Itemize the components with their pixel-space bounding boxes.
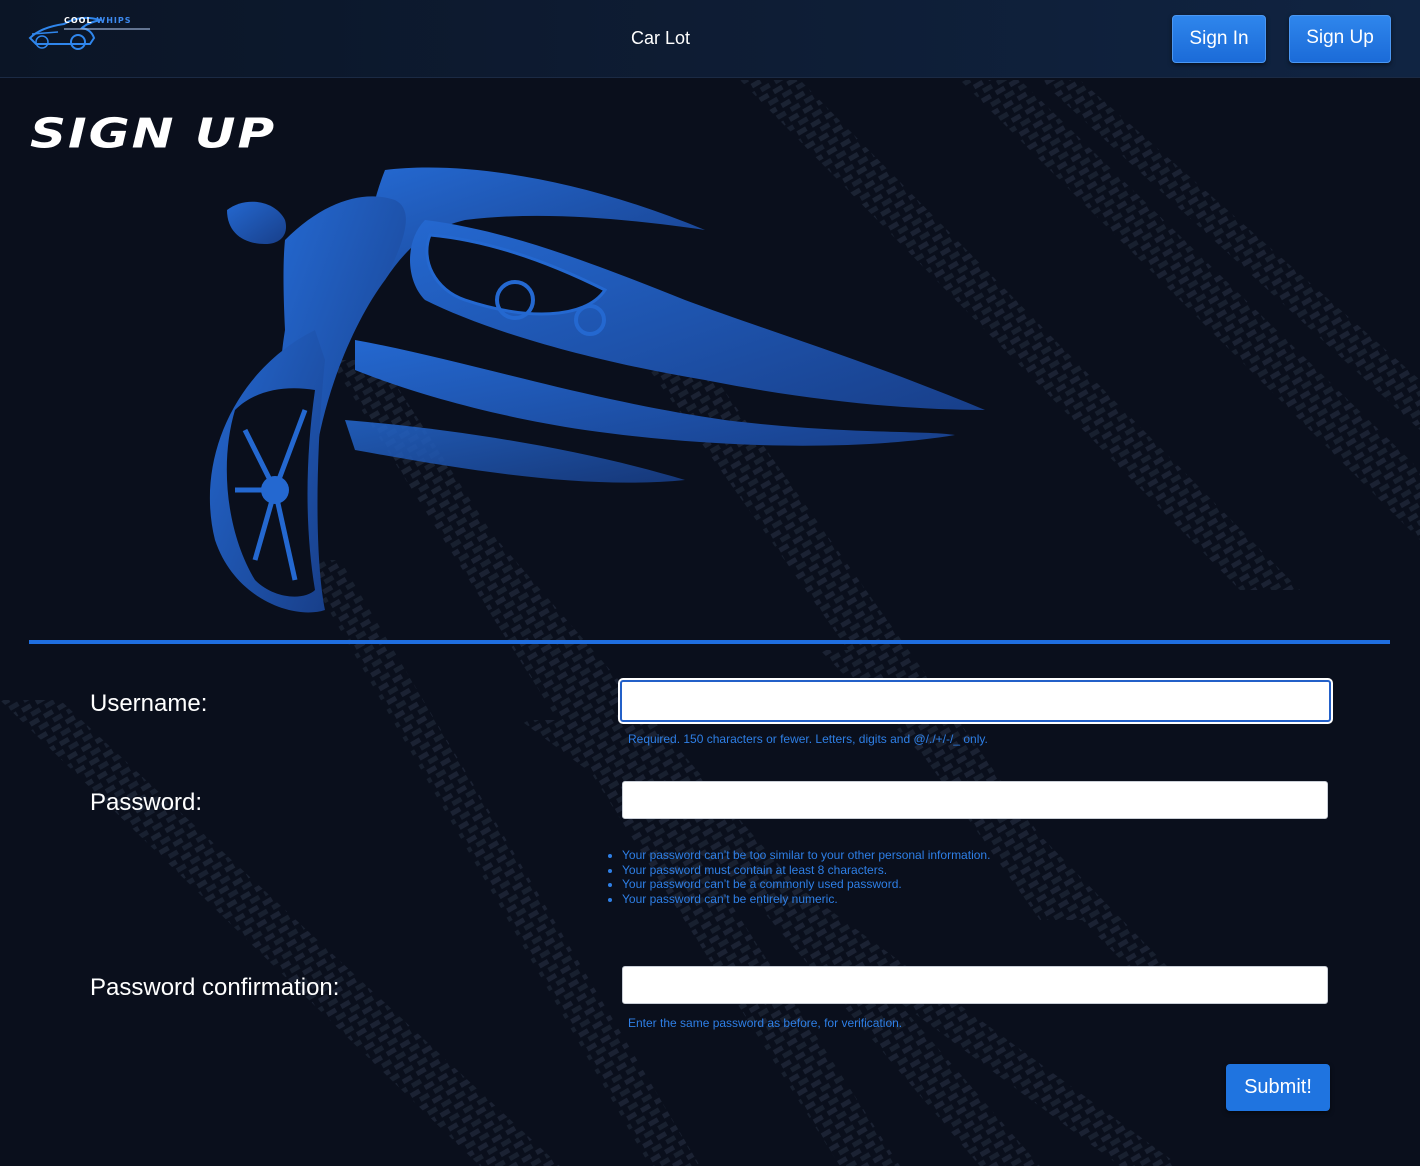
username-label: Username: xyxy=(90,690,208,717)
submit-button[interactable]: Submit! xyxy=(1226,1064,1330,1111)
password-help-item: Your password can’t be entirely numeric. xyxy=(622,892,990,907)
brand-name: COOL WHIPS xyxy=(64,16,132,25)
top-navbar: COOL WHIPS Car Lot Sign In Sign Up xyxy=(0,0,1420,78)
sign-in-button[interactable]: Sign In xyxy=(1172,15,1266,63)
password-input[interactable] xyxy=(622,781,1328,819)
car-illustration xyxy=(209,167,985,613)
brand-word-whips: WHIPS xyxy=(96,16,132,25)
password-help-item: Your password can’t be too similar to yo… xyxy=(622,848,990,863)
nav-link-car-lot[interactable]: Car Lot xyxy=(631,28,690,49)
sign-up-button[interactable]: Sign Up xyxy=(1289,15,1391,63)
title-divider xyxy=(29,640,1390,644)
password-help-list: Your password can’t be too similar to yo… xyxy=(608,848,990,906)
password-confirmation-input[interactable] xyxy=(622,966,1328,1004)
page-title: SIGN UP xyxy=(30,110,277,158)
brand-word-cool: COOL xyxy=(64,16,93,25)
password-help-item: Your password can’t be a commonly used p… xyxy=(622,877,990,892)
signup-page: COOL WHIPS Car Lot Sign In Sign Up SIGN … xyxy=(0,0,1420,1166)
username-input[interactable] xyxy=(620,680,1331,722)
password-confirmation-help-text: Enter the same password as before, for v… xyxy=(628,1016,903,1030)
brand-tagline-line xyxy=(64,28,150,30)
password-help-item: Your password must contain at least 8 ch… xyxy=(622,863,990,878)
username-help-text: Required. 150 characters or fewer. Lette… xyxy=(628,732,988,746)
password-label: Password: xyxy=(90,789,203,816)
password-confirmation-label: Password confirmation: xyxy=(90,974,340,1001)
